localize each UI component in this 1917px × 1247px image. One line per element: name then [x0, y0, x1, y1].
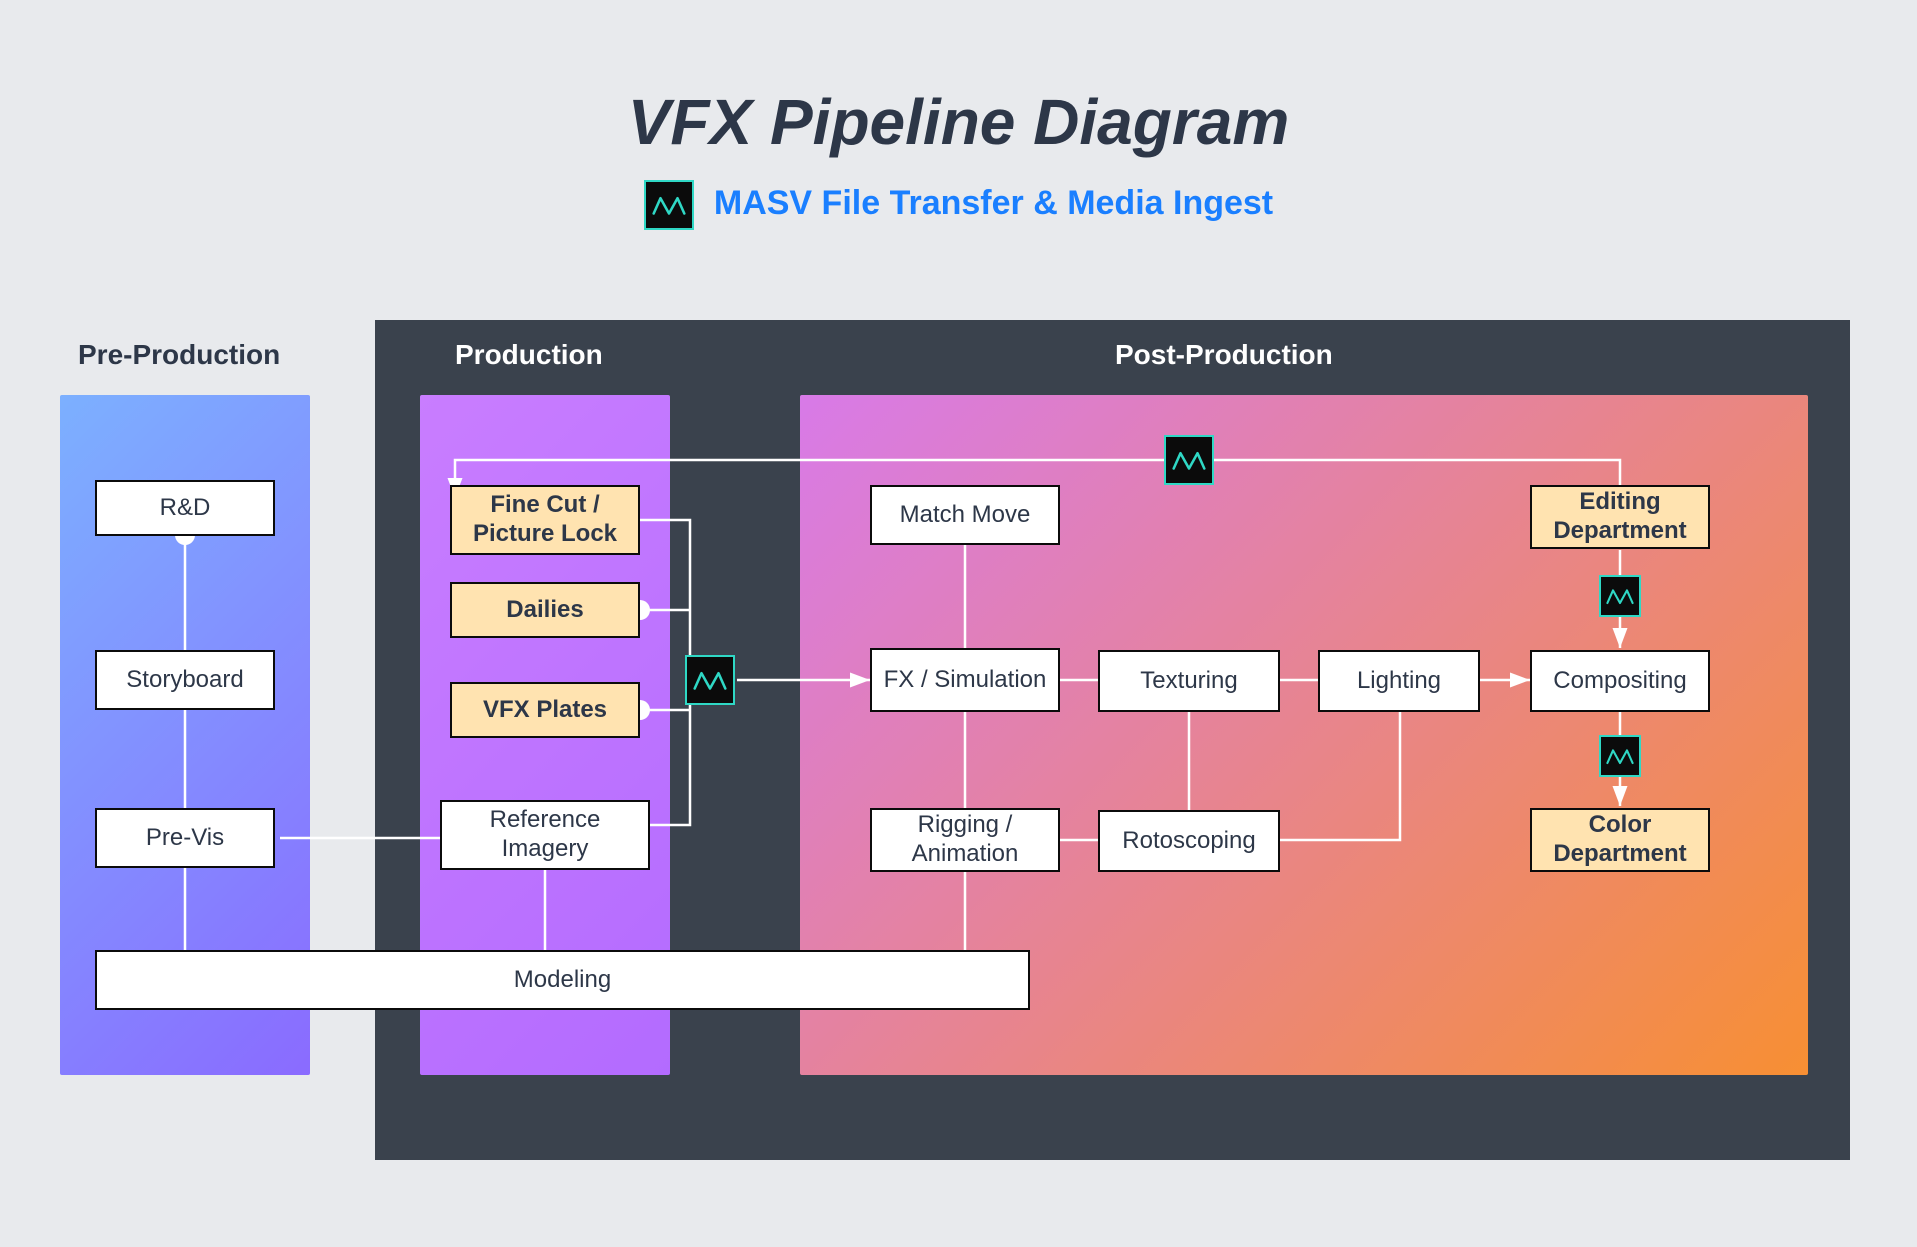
node-color: Color Department [1530, 808, 1710, 872]
node-finecut: Fine Cut / Picture Lock [450, 485, 640, 555]
node-vfxplates: VFX Plates [450, 682, 640, 738]
node-compositing: Compositing [1530, 650, 1710, 712]
node-texturing: Texturing [1098, 650, 1280, 712]
page-title: VFX Pipeline Diagram [0, 85, 1917, 159]
node-refimg: Reference Imagery [440, 800, 650, 870]
node-dailies: Dailies [450, 582, 640, 638]
node-rd: R&D [95, 480, 275, 536]
node-rotoscoping: Rotoscoping [1098, 810, 1280, 872]
diagram-canvas: VFX Pipeline Diagram MASV File Transfer … [0, 0, 1917, 1247]
node-rigging: Rigging / Animation [870, 808, 1060, 872]
node-editing: Editing Department [1530, 485, 1710, 549]
node-matchmove: Match Move [870, 485, 1060, 545]
section-label-pre: Pre-Production [78, 339, 280, 371]
masv-logo-icon [1599, 575, 1641, 617]
masv-logo-icon [685, 655, 735, 705]
node-lighting: Lighting [1318, 650, 1480, 712]
node-previs: Pre-Vis [95, 808, 275, 868]
node-fxsim: FX / Simulation [870, 648, 1060, 712]
node-modeling: Modeling [95, 950, 1030, 1010]
section-label-prod: Production [455, 339, 603, 371]
masv-logo-icon [644, 180, 694, 230]
node-storyboard: Storyboard [95, 650, 275, 710]
masv-logo-icon [1599, 735, 1641, 777]
section-label-post: Post-Production [1115, 339, 1333, 371]
subtitle-row: MASV File Transfer & Media Ingest [0, 180, 1917, 230]
masv-logo-icon [1164, 435, 1214, 485]
subtitle-text: MASV File Transfer & Media Ingest [714, 184, 1273, 222]
